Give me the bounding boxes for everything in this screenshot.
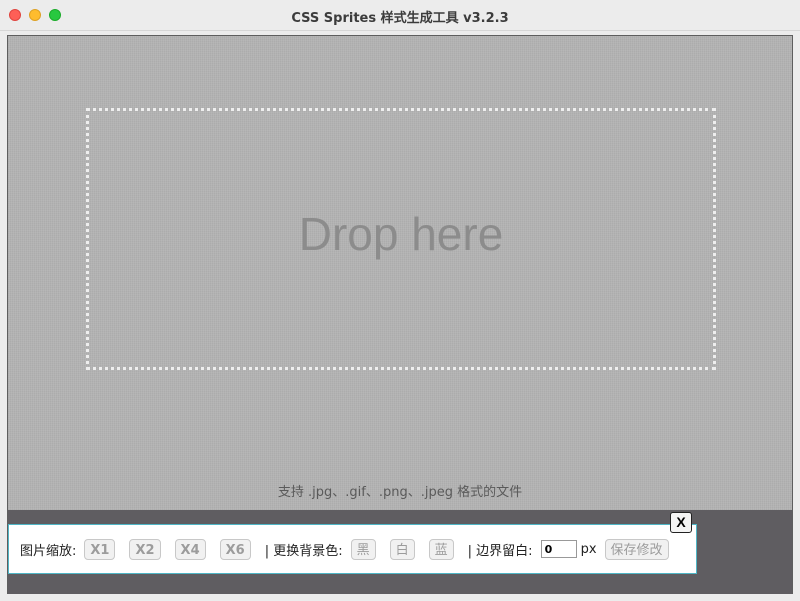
background-color-label: | 更换背景色:	[264, 543, 343, 559]
zoom-x6-button[interactable]: X6	[219, 538, 251, 560]
zoom-label: 图片缩放:	[20, 543, 77, 559]
zoom-x2-button[interactable]: X2	[129, 538, 161, 560]
main-content: Drop here 支持 .jpg、.gif、.png、.jpeg 格式的文件 …	[7, 35, 793, 594]
supported-formats-hint: 支持 .jpg、.gif、.png、.jpeg 格式的文件	[277, 485, 523, 500]
margin-unit: px	[580, 541, 597, 557]
bg-white-button[interactable]: 白	[389, 538, 415, 560]
zoom-x4-button[interactable]: X4	[174, 538, 206, 560]
margin-input[interactable]	[540, 540, 577, 558]
window-title: CSS Sprites 样式生成工具 v3.2.3	[291, 11, 509, 26]
zoom-x1-button[interactable]: X1	[84, 538, 116, 560]
margin-label: | 边界留白:	[467, 543, 533, 559]
settings-toolbar: 图片缩放: X1 X2 X4 X6 | 更换背景色: 黑 白 蓝 | 边界留白:…	[8, 524, 697, 574]
bg-black-button[interactable]: 黑	[350, 538, 376, 560]
title-bar: CSS Sprites 样式生成工具 v3.2.3	[0, 0, 800, 31]
drop-zone[interactable]: Drop here	[86, 108, 716, 370]
save-changes-button[interactable]: 保存修改	[604, 538, 669, 560]
bg-blue-button[interactable]: 蓝	[428, 538, 454, 560]
drop-zone-text: Drop here	[298, 208, 504, 260]
toolbar-close-button[interactable]: X	[670, 512, 692, 533]
